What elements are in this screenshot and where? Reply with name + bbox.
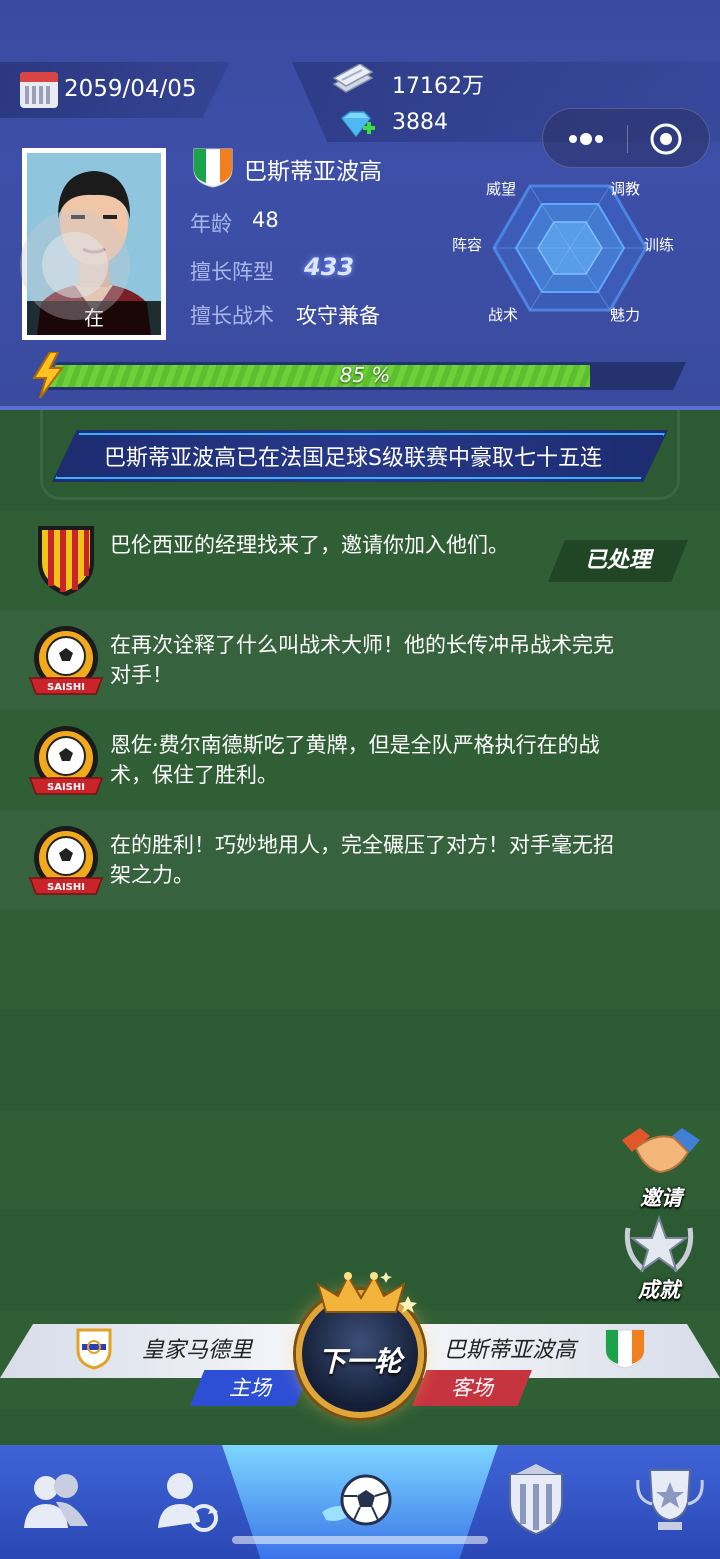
feed-item[interactable]: SAISHI 在的胜利！巧妙地用人，完全碾压了对方！对手毫无招架之力。 xyxy=(0,810,720,910)
lightning-bolt-icon xyxy=(32,352,64,398)
manager-header: 2059/04/05 17162万 3884 在 巴斯蒂亚波高 年龄 48 擅长… xyxy=(0,0,720,410)
radar-label-charm: 魅力 xyxy=(610,306,641,324)
feed-item[interactable]: 巴伦西亚的经理找来了，邀请你加入他们。 已处理 xyxy=(0,510,720,610)
radar-label-training: 训练 xyxy=(644,236,675,254)
energy-progress-bar: 85 % xyxy=(44,362,686,390)
trophy-star-icon xyxy=(624,1214,694,1273)
feed-text: 巴伦西亚的经理找来了，邀请你加入他们。 xyxy=(110,533,509,557)
ireland-flag-shield-icon xyxy=(193,148,233,188)
cash-value: 17162万 xyxy=(392,74,484,99)
progress-text: 85 % xyxy=(339,363,391,387)
handshake-icon xyxy=(622,1128,700,1174)
miniprogram-capsule xyxy=(542,108,710,168)
away-team-name: 巴斯蒂亚波高 xyxy=(444,1338,577,1363)
next-round-label: 下一轮 xyxy=(317,1345,402,1378)
valencia-badge-icon xyxy=(38,526,94,596)
home-tag: 主场 xyxy=(190,1370,310,1406)
achievement-button[interactable]: 成就 xyxy=(614,1214,704,1304)
feed-text: 在再次诠释了什么叫战术大师！他的长传冲吊战术完克对手！ xyxy=(110,633,614,687)
formation-value: 433 xyxy=(304,253,355,281)
achievement-label: 成就 xyxy=(638,1278,680,1302)
saishi-text: SAISHI xyxy=(47,682,85,693)
home-team-name: 皇家马德里 xyxy=(142,1338,253,1363)
ability-radar-chart xyxy=(492,184,648,312)
player-transfer-icon[interactable] xyxy=(146,1460,226,1540)
saishi-ball-icon: SAISHI xyxy=(28,726,104,795)
cash-icon xyxy=(332,64,374,93)
real-madrid-badge-icon xyxy=(76,1328,112,1370)
radar-label-prestige: 威望 xyxy=(486,180,517,198)
radar-label-squad: 阵容 xyxy=(452,236,483,254)
trophy-cup-icon[interactable] xyxy=(630,1460,710,1540)
feed-item[interactable]: SAISHI 恩佐·费尔南德斯吃了黄牌，但是全队严格执行在的战术，保住了胜利。 xyxy=(0,710,720,810)
saishi-text: SAISHI xyxy=(47,782,85,793)
ticker-text: 巴斯蒂亚波高已在法国足球S级联赛中豪取七十五连 xyxy=(104,446,602,471)
soccer-ball-icon[interactable] xyxy=(320,1460,400,1540)
gem-value: 3884 xyxy=(392,110,448,135)
processed-button[interactable]: 已处理 xyxy=(548,540,688,582)
saishi-text: SAISHI xyxy=(47,882,85,893)
away-tag: 客场 xyxy=(412,1370,532,1406)
club-shield-icon[interactable] xyxy=(496,1460,576,1540)
invite-button[interactable]: 邀请 xyxy=(616,1122,706,1212)
crown-icon xyxy=(316,1272,417,1313)
club-name: 巴斯蒂亚波高 xyxy=(244,159,382,185)
news-ticker: 巴斯蒂亚波高已在法国足球S级联赛中豪取七十五连 xyxy=(52,430,668,482)
feed-text: 恩佐·费尔南德斯吃了黄牌，但是全队严格执行在的战术，保住了胜利。 xyxy=(110,733,600,787)
invite-label: 邀请 xyxy=(640,1186,682,1210)
game-date: 2059/04/05 xyxy=(64,76,197,102)
feed-text: 在的胜利！巧妙地用人，完全碾压了对方！对手毫无招架之力。 xyxy=(110,833,614,887)
saishi-ball-icon: SAISHI xyxy=(28,826,104,895)
age-value: 48 xyxy=(252,208,279,232)
ireland-flag-shield-icon xyxy=(605,1329,645,1369)
age-label: 年龄 xyxy=(190,212,232,236)
capsule-divider xyxy=(627,125,628,153)
more-dots-icon[interactable] xyxy=(565,131,607,147)
radar-label-tactics: 战术 xyxy=(488,306,519,324)
assistive-float-button[interactable] xyxy=(20,210,130,320)
tactic-label: 擅长战术 xyxy=(190,304,274,328)
feed-item[interactable]: SAISHI 在再次诠释了什么叫战术大师！他的长传冲吊战术完克对手！ xyxy=(0,610,720,710)
close-target-icon[interactable] xyxy=(649,122,683,156)
diamond-plus-icon[interactable] xyxy=(338,110,376,140)
formation-label: 擅长阵型 xyxy=(190,260,274,284)
radar-label-coaching: 调教 xyxy=(610,180,641,198)
home-indicator[interactable] xyxy=(232,1536,488,1544)
saishi-ball-icon: SAISHI xyxy=(28,626,104,695)
team-members-icon[interactable] xyxy=(16,1460,96,1540)
tactic-value: 攻守兼备 xyxy=(296,304,380,328)
calendar-icon xyxy=(20,72,58,108)
